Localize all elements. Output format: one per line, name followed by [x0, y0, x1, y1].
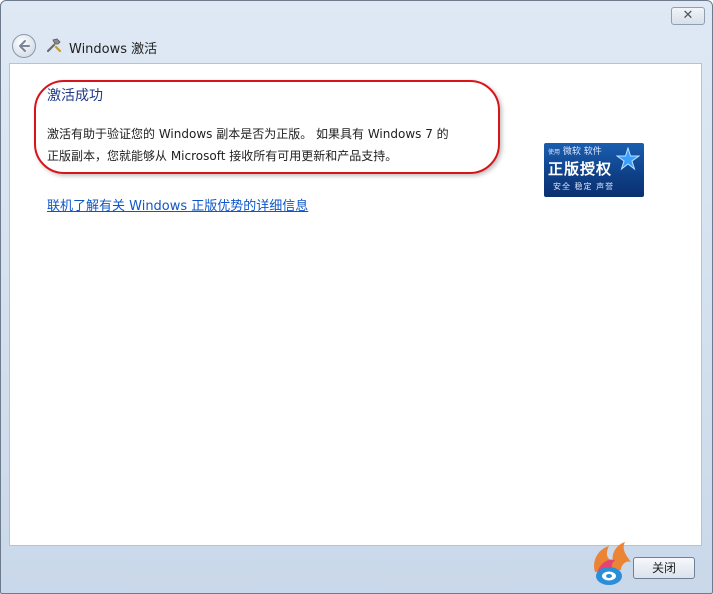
content-panel: 激活成功 激活有助于验证您的 Windows 副本是否为正版。 如果具有 Win…: [9, 63, 702, 546]
badge-top-suffix: 软件: [583, 147, 602, 157]
description-line-2: 正版副本，您就能够从 Microsoft 接收所有可用更新和产品支持。: [47, 149, 398, 163]
close-button[interactable]: 关闭: [633, 557, 695, 579]
description-line-1: 激活有助于验证您的 Windows 副本是否为正版。 如果具有 Windows …: [47, 127, 449, 141]
navigation-bar: Windows 激活: [1, 29, 712, 63]
badge-top-text: 使用 微软 软件: [548, 147, 602, 158]
back-arrow-icon: [19, 40, 30, 52]
activation-key-icon: [46, 38, 62, 53]
badge-top-small: 使用: [548, 149, 561, 156]
badge-top-brand: 微软: [562, 147, 581, 157]
window-title: Windows 激活: [69, 42, 158, 57]
learn-more-link[interactable]: 联机了解有关 Windows 正版优势的详细信息: [47, 195, 308, 214]
footer-bar: 关闭: [1, 542, 712, 593]
badge-bottom-text: 安全 稳定 声誉: [553, 182, 615, 191]
genuine-software-badge: 使用 微软 软件 正版授权 安全 稳定 声誉: [544, 143, 644, 197]
activation-window: ✕ Windows 激活 激活成功 激活有助于验证您的 Windows 副本是否…: [0, 0, 713, 594]
page-heading: 激活成功: [47, 88, 103, 104]
back-button[interactable]: [12, 34, 36, 58]
star-icon: [616, 147, 640, 171]
activation-description: 激活有助于验证您的 Windows 副本是否为正版。 如果具有 Windows …: [47, 123, 497, 167]
brand-logo-icon: [594, 542, 631, 585]
badge-main-text: 正版授权: [548, 160, 613, 178]
close-icon: ✕: [682, 8, 694, 23]
window-close-button[interactable]: ✕: [671, 7, 705, 25]
